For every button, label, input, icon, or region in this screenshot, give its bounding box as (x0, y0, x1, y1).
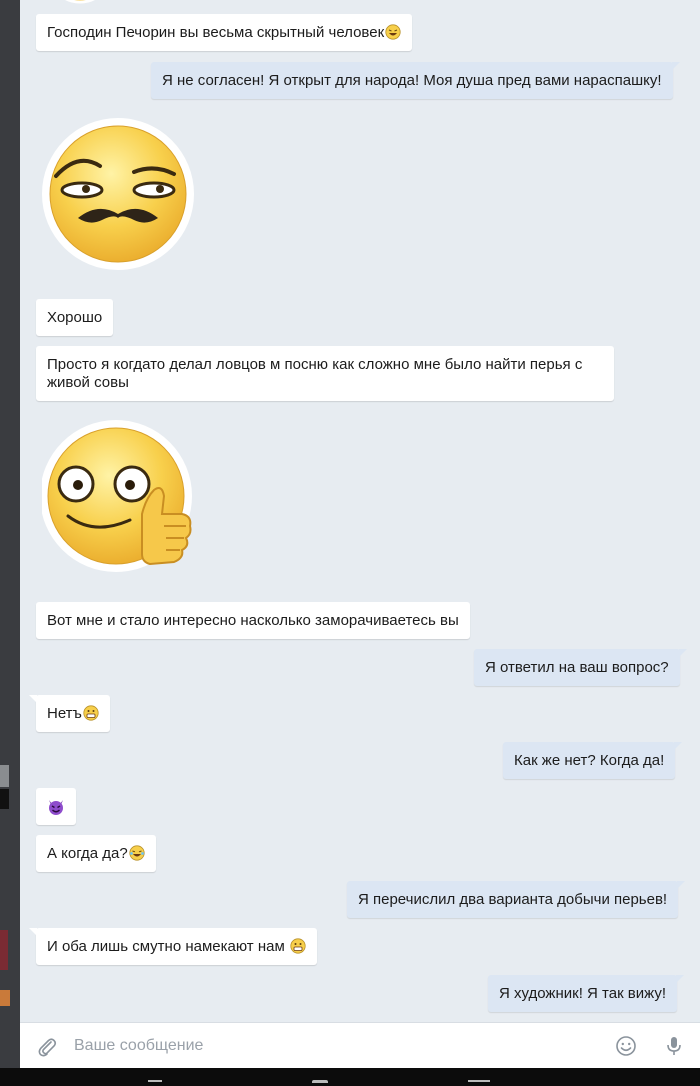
message-list[interactable]: Господин Печорин вы весьма скрытный чело… (20, 0, 700, 1022)
purple-devil-icon (49, 800, 63, 815)
message-incoming[interactable]: И оба лишь смутно намекают нам (29, 928, 317, 965)
message-outgoing[interactable]: Я перечислил два варианта добычи перьев! (347, 881, 686, 918)
message-outgoing[interactable]: Я художник! Я так вижу! (488, 975, 685, 1012)
smiley-icon[interactable] (615, 1035, 637, 1062)
message-text: Я ответил на ваш вопрос? (485, 659, 669, 676)
message-text: Вот мне и стало интересно насколько замо… (47, 612, 459, 629)
message-composer: Ваше сообщение (20, 1022, 700, 1068)
mustache-smirk-sticker[interactable] (42, 114, 194, 279)
message-input[interactable]: Ваше сообщение (74, 1037, 203, 1055)
background-left-edge (0, 0, 20, 1068)
message-text: И оба лишь смутно намекают нам (47, 938, 285, 955)
message-text: Нетъ (47, 705, 82, 722)
message-text: Я не согласен! Я открыт для народа! Моя … (162, 72, 662, 89)
laugh-tears-icon (129, 845, 145, 861)
message-incoming[interactable]: Вот мне и стало интересно насколько замо… (36, 602, 470, 639)
message-incoming[interactable]: Нетъ (29, 695, 110, 732)
message-incoming[interactable]: Просто я когдато делал ловцов м посню ка… (36, 346, 614, 401)
laugh-face-icon (385, 24, 401, 40)
message-text: Господин Печорин вы весьма скрытный чело… (47, 24, 385, 41)
message-incoming[interactable]: А когда да? (36, 835, 156, 872)
message-text: Хорошо (47, 309, 103, 326)
grin-face-icon (290, 938, 306, 954)
thumbs-up-sticker[interactable] (40, 416, 194, 585)
partial-sticker (60, 0, 100, 11)
message-text: Я перечислил два варианта добычи перьев! (358, 891, 668, 908)
message-text: Как же нет? Когда да! (514, 752, 665, 769)
message-outgoing[interactable]: Я не согласен! Я открыт для народа! Моя … (151, 62, 680, 99)
grin-face-icon (83, 705, 99, 721)
message-outgoing[interactable]: Я ответил на ваш вопрос? (474, 649, 687, 686)
message-outgoing[interactable]: Как же нет? Когда да! (503, 742, 683, 779)
system-navigation-bar (0, 1068, 700, 1086)
home-icon[interactable] (312, 1080, 328, 1083)
message-incoming[interactable] (36, 788, 76, 825)
back-icon[interactable] (148, 1080, 162, 1082)
message-text: Я художник! Я так вижу! (499, 985, 667, 1002)
recents-icon[interactable] (468, 1080, 490, 1082)
message-text: Просто я когдато делал ловцов м посню ка… (47, 356, 583, 391)
paperclip-icon[interactable] (36, 1036, 58, 1063)
message-incoming[interactable]: Господин Печорин вы весьма скрытный чело… (36, 14, 413, 51)
microphone-icon[interactable] (664, 1035, 684, 1062)
message-text: А когда да? (47, 845, 128, 862)
message-incoming[interactable]: Хорошо (36, 299, 114, 336)
